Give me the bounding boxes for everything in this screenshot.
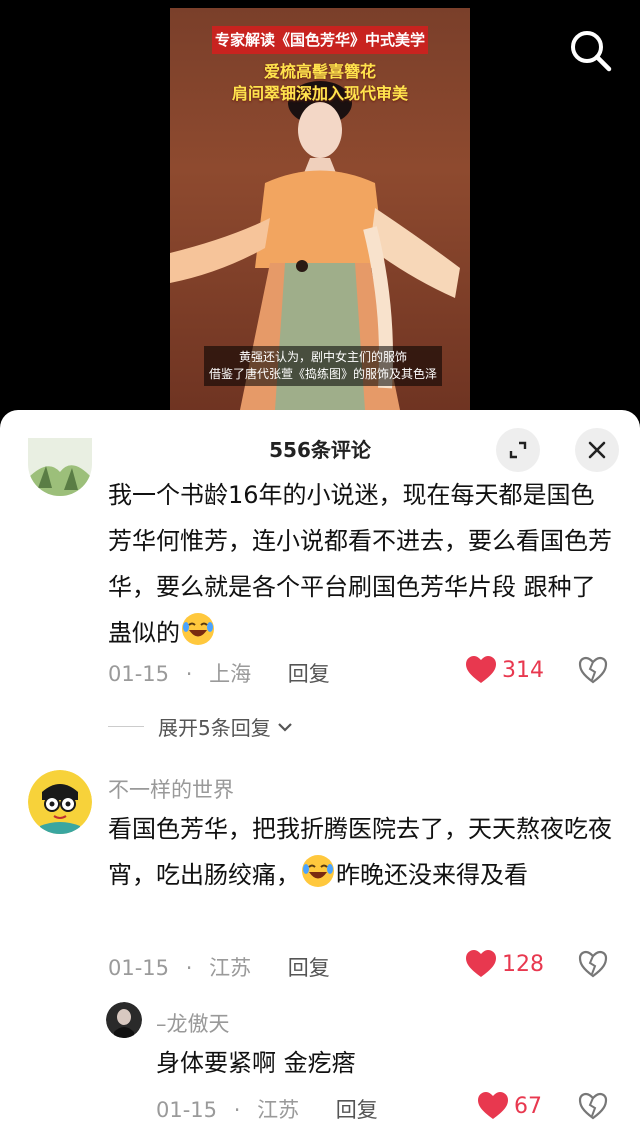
laughing-crying-emoji-icon	[182, 613, 214, 645]
comment-meta: 01-15 · 上海 回复	[108, 658, 330, 688]
comment-location: 上海	[209, 662, 252, 686]
avatar[interactable]	[28, 770, 92, 834]
broken-heart-icon	[578, 950, 608, 978]
laughing-crying-emoji-icon	[302, 855, 334, 887]
comment-username[interactable]: –龙傲天	[156, 1008, 230, 1038]
meta-dot: ·	[185, 662, 193, 686]
video-subtitle-line1: 黄强还认为，剧中女主们的服饰	[238, 350, 407, 364]
avatar-image	[28, 770, 92, 834]
comment-body: 身体要紧啊 金疙瘩	[156, 1049, 356, 1077]
avatar-image	[106, 1002, 142, 1038]
search-button[interactable]	[566, 26, 616, 76]
like-button[interactable]: 128	[466, 950, 544, 978]
expand-button[interactable]	[496, 428, 540, 472]
divider-line	[108, 726, 144, 727]
expand-replies-label: 展开5条回复	[158, 716, 271, 740]
video-frame[interactable]: 专家解读《国色芳华》中式美学 爱梳高髻喜簪花 肩间翠钿深加入现代审美 黄强还认为…	[170, 8, 470, 410]
close-icon	[588, 441, 606, 459]
dislike-button[interactable]	[578, 1092, 608, 1124]
video-caption-line1: 爱梳高髻喜簪花	[263, 62, 376, 81]
comment-date: 01-15	[156, 1098, 218, 1122]
comment-meta: 01-15 · 江苏 回复	[156, 1094, 378, 1124]
reply-button[interactable]: 回复	[288, 952, 330, 982]
comments-count-title: 556条评论	[269, 438, 371, 462]
comment-date: 01-15	[108, 956, 170, 980]
comments-sheet: 556条评论 我一个书龄16年的小说迷，现在每天都是国色芳华何惟芳，连小说都看不…	[0, 410, 640, 1124]
comment-location: 江苏	[209, 956, 252, 980]
dislike-button[interactable]	[578, 950, 608, 982]
avatar[interactable]	[106, 1002, 142, 1038]
meta-dot: ·	[185, 956, 193, 980]
video-caption-title: 专家解读《国色芳华》中式美学	[212, 26, 428, 54]
comment-text: 我一个书龄16年的小说迷，现在每天都是国色芳华何惟芳，连小说都看不进去，要么看国…	[108, 472, 613, 656]
meta-dot: ·	[233, 1098, 241, 1122]
heart-icon	[466, 656, 496, 683]
like-count: 128	[502, 951, 544, 977]
avatar[interactable]	[28, 438, 92, 496]
reply-button[interactable]: 回复	[336, 1094, 378, 1124]
like-button[interactable]: 67	[478, 1092, 542, 1120]
like-count: 67	[514, 1093, 542, 1119]
dislike-button[interactable]	[578, 656, 608, 688]
heart-icon	[466, 950, 496, 977]
search-icon	[571, 31, 612, 72]
broken-heart-icon	[578, 1092, 608, 1120]
comment-location: 江苏	[257, 1098, 300, 1122]
like-button[interactable]: 314	[466, 656, 544, 684]
comment-text: 看国色芳华，把我折腾医院去了，天天熬夜吃夜宵，吃出肠绞痛， 昨晚还没来得及看	[108, 806, 613, 898]
like-count: 314	[502, 657, 544, 683]
video-caption-line2: 肩间翠钿深加入现代审美	[231, 84, 408, 103]
expand-replies-button[interactable]: 展开5条回复	[108, 712, 295, 741]
heart-icon	[478, 1092, 508, 1119]
expand-icon	[509, 441, 527, 459]
reply-button[interactable]: 回复	[288, 658, 330, 688]
comment-date: 01-15	[108, 662, 170, 686]
avatar-image	[28, 438, 92, 496]
comment-meta: 01-15 · 江苏 回复	[108, 952, 330, 982]
comment-text: 身体要紧啊 金疙瘩	[156, 1040, 596, 1086]
chevron-down-icon	[277, 722, 292, 732]
video-subtitle-line2: 借鉴了唐代张萱《捣练图》的服饰及其色泽	[208, 367, 437, 381]
video-subtitle: 黄强还认为，剧中女主们的服饰 借鉴了唐代张萱《捣练图》的服饰及其色泽	[204, 346, 442, 386]
comment-username[interactable]: 不一样的世界	[108, 774, 234, 804]
video-player[interactable]: 专家解读《国色芳华》中式美学 爱梳高髻喜簪花 肩间翠钿深加入现代审美 黄强还认为…	[0, 0, 640, 430]
close-button[interactable]	[575, 428, 619, 472]
broken-heart-icon	[578, 656, 608, 684]
comment-body-part2: 昨晚还没来得及看	[336, 861, 528, 889]
